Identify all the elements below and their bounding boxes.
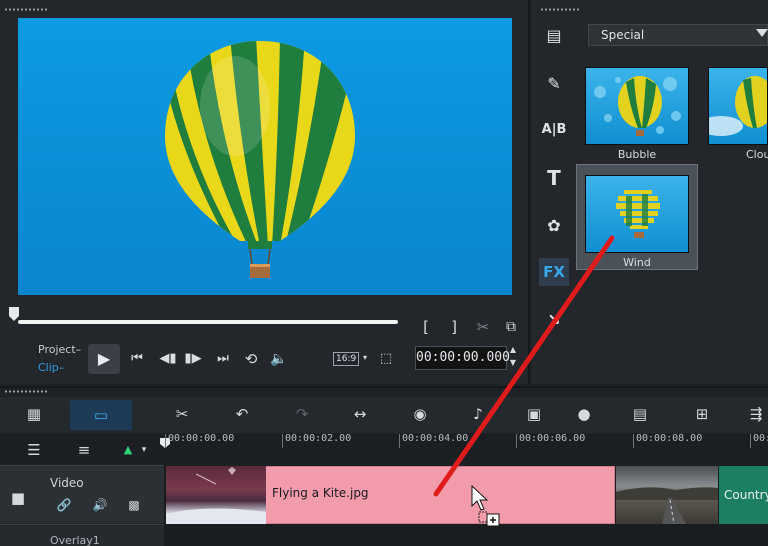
timecode-up-icon[interactable]: ▲	[507, 344, 519, 356]
mute-audio-icon[interactable]: 🔊	[86, 493, 114, 517]
fx-filter-icon[interactable]: FX	[539, 258, 569, 286]
volume-icon[interactable]: 🔈	[268, 348, 290, 370]
bubble-preview	[585, 67, 689, 145]
motion-tracking-icon[interactable]: ●	[570, 402, 598, 426]
ruler-tick	[165, 434, 166, 448]
add-track-icon[interactable]: ≡	[70, 438, 98, 462]
checkerboard-icon[interactable]: ▩	[120, 493, 148, 517]
effect-label: Wind	[623, 256, 651, 269]
tools-icon[interactable]: ✂	[168, 402, 196, 426]
timeline-view-icon: ▭	[93, 406, 109, 424]
graphics-icon[interactable]: ✿	[539, 212, 569, 240]
go-to-end-icon[interactable]: ⏭	[212, 348, 234, 370]
next-frame-icon[interactable]: ▮▶	[182, 348, 204, 370]
repeat-icon[interactable]: ⟲	[240, 348, 262, 370]
ruler-label: 00:00:04.00	[402, 433, 469, 444]
ruler-label: 00:00:00.00	[168, 433, 235, 444]
fit-project-icon[interactable]: ↔	[346, 402, 374, 426]
preview-screen	[18, 18, 512, 295]
video-camera-icon: ■	[10, 489, 26, 507]
mark-in-icon[interactable]: [	[418, 316, 434, 338]
subtitle-editor-icon[interactable]: ▤	[626, 402, 654, 426]
clip-mode-label[interactable]: Clip–	[38, 361, 64, 374]
title-icon[interactable]: T	[539, 164, 569, 192]
ruler-tick	[516, 434, 517, 448]
effect-thumb-wind[interactable]: Wind	[576, 164, 698, 270]
enlarge-preview-icon[interactable]: ⧉	[500, 316, 522, 338]
ruler-tick	[282, 434, 283, 448]
balloon-image	[165, 41, 355, 278]
ruler-tick	[633, 434, 634, 448]
timeline-view-button[interactable]: ▭	[70, 400, 132, 430]
ruler-label: 00:00:02.00	[285, 433, 352, 444]
mark-out-icon[interactable]: ]	[446, 316, 462, 338]
track-name: Video	[50, 476, 84, 490]
undo-icon[interactable]: ↶	[228, 402, 256, 426]
ruler-label: 00:00:06.00	[519, 433, 586, 444]
sound-mixer-icon[interactable]: ♪	[464, 402, 492, 426]
wind-preview	[585, 175, 689, 253]
ruler-label: 00:00:08.00	[636, 433, 703, 444]
panel-grip[interactable]	[4, 8, 48, 11]
library-grip[interactable]	[540, 8, 580, 11]
chevron-down-icon[interactable]	[756, 29, 768, 37]
auto-music-icon[interactable]: ⇶	[742, 402, 768, 426]
split-screen-icon[interactable]: ⊞	[688, 402, 716, 426]
project-mode-label[interactable]: Project–	[38, 343, 81, 356]
track-name: Overlay1	[50, 534, 100, 546]
clip-country[interactable]: Country	[719, 466, 768, 524]
previous-frame-icon[interactable]: ◀▮	[157, 348, 179, 370]
instant-project-icon[interactable]: ✎	[539, 70, 569, 98]
path-motion-icon[interactable]: ↘	[539, 306, 569, 334]
play-button[interactable]: ▶	[88, 344, 120, 374]
record-capture-icon[interactable]: ◉	[406, 402, 434, 426]
media-icon[interactable]: ▤	[539, 22, 569, 50]
clip-thumbnail	[166, 466, 266, 524]
chevron-down-icon[interactable]: ▾	[130, 438, 158, 462]
cloud-preview	[708, 67, 768, 145]
aspect-ratio-button[interactable]: 16:9	[333, 352, 360, 366]
go-to-start-icon[interactable]: ⏮	[126, 348, 148, 370]
crop-resize-icon[interactable]: ⬚	[375, 348, 397, 370]
ruler-tick	[750, 434, 751, 448]
redo-icon[interactable]: ↷	[288, 402, 316, 426]
timecode-display[interactable]: 00:00:00.000	[415, 346, 510, 370]
clip-label: Flying a Kite.jpg	[272, 486, 369, 500]
clip-road[interactable]	[616, 466, 718, 524]
track-manager-icon[interactable]: ☰	[20, 438, 48, 462]
effect-label: Cloud	[746, 148, 768, 161]
storyboard-view-icon[interactable]: ▦	[20, 402, 48, 426]
multi-camera-icon[interactable]: ▣	[520, 402, 548, 426]
ruler-tick	[399, 434, 400, 448]
transition-icon[interactable]: A|B	[539, 116, 569, 144]
category-select[interactable]: Special	[588, 24, 768, 46]
timeline-grip[interactable]	[4, 390, 48, 393]
chevron-down-icon[interactable]: ▾	[360, 350, 370, 366]
ruler-label: 00:00	[753, 433, 768, 444]
link-icon[interactable]: 🔗	[50, 493, 78, 517]
timecode-down-icon[interactable]: ▼	[507, 357, 519, 369]
effect-label: Bubble	[617, 148, 657, 161]
overlay-track-header[interactable]: Overlay1	[0, 524, 164, 546]
scrubber-track[interactable]	[18, 320, 398, 324]
split-clip-icon[interactable]: ✂	[472, 316, 494, 338]
mouse-cursor-icon	[470, 484, 500, 530]
video-track-header[interactable]: ■ Video 🔗 🔊 ▩	[0, 465, 164, 523]
